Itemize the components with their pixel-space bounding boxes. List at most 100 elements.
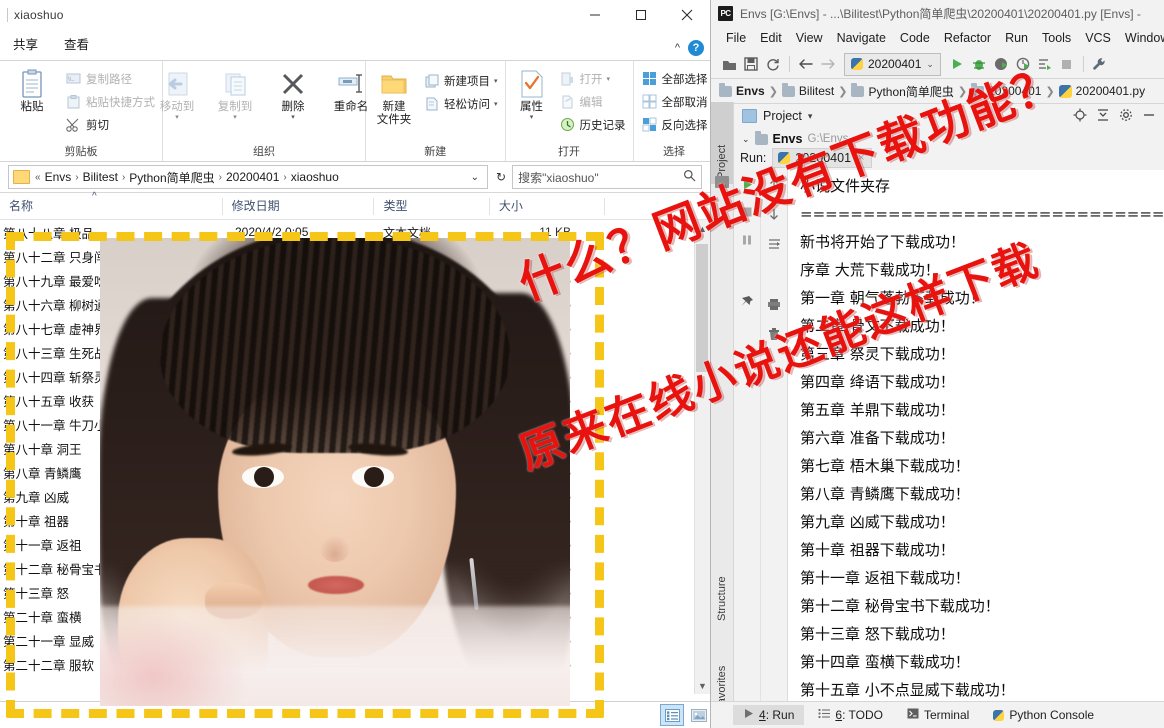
status-tab-run[interactable]: 4: Run [733, 705, 805, 725]
address-bar[interactable]: « Envs › Bilitest › Python简单爬虫 › 2020040… [8, 165, 488, 189]
scrollbar-thumb[interactable] [696, 244, 708, 372]
properties-button[interactable]: 属性 ▾ [510, 64, 554, 122]
soft-wrap-icon[interactable] [766, 236, 782, 252]
breadcrumb-python-crawler[interactable]: Python简单爬虫 [126, 169, 217, 186]
chevron-down-icon[interactable]: ▾ [233, 114, 237, 122]
clear-all-icon[interactable] [766, 326, 782, 342]
forward-arrow-icon[interactable] [818, 54, 838, 74]
stop-icon[interactable] [1057, 54, 1077, 74]
menu-vcs[interactable]: VCS [1078, 31, 1118, 45]
history-button[interactable]: 历史记录 [556, 114, 629, 135]
chevron-down-icon[interactable]: ▾ [494, 100, 498, 108]
menu-window[interactable]: Window [1118, 31, 1164, 45]
run-configuration-selector[interactable]: 20200401 ⌄ [844, 52, 941, 76]
close-icon[interactable] [664, 0, 710, 30]
move-to-button[interactable]: 移动到 ▾ [149, 64, 205, 122]
easy-access-button[interactable]: 轻松访问 ▾ [420, 93, 501, 114]
breadcrumb-bilitest[interactable]: Bilitest [80, 170, 121, 184]
chevron-down-icon[interactable]: ▾ [494, 77, 498, 85]
chevron-down-icon[interactable]: ⌄ [742, 134, 750, 145]
chevron-down-icon[interactable]: ▾ [808, 111, 813, 122]
breadcrumb-20200401[interactable]: 20200401 [223, 170, 282, 184]
column-header-date[interactable]: 修改日期 [221, 197, 374, 215]
pin-icon[interactable] [739, 294, 755, 310]
tool-tab-project[interactable]: Project [711, 102, 733, 184]
menu-view[interactable]: View [789, 31, 830, 45]
new-folder-button[interactable]: 新建 文件夹 [370, 64, 418, 127]
chevron-down-icon[interactable]: ▾ [291, 114, 295, 122]
delete-button[interactable]: 删除 ▾ [265, 64, 321, 122]
stop-icon[interactable] [739, 204, 755, 220]
paste-button[interactable]: 粘贴 [4, 64, 60, 114]
file-list-scrollbar[interactable]: ▲ ▼ [694, 220, 710, 694]
profile-icon[interactable] [1013, 54, 1033, 74]
chevron-down-icon[interactable]: ▾ [607, 75, 611, 83]
column-header-type[interactable]: 类型 [373, 197, 488, 215]
run-tab-20200401[interactable]: 20200401 × [772, 148, 873, 168]
scroll-down-icon[interactable] [766, 206, 782, 222]
settings-gear-icon[interactable] [1119, 108, 1133, 125]
scroll-down-icon[interactable]: ▼ [695, 677, 710, 694]
print-icon[interactable] [766, 296, 782, 312]
pc-breadcrumb-20200401[interactable]: 20200401 [971, 82, 1041, 98]
select-none-button[interactable]: 全部取消 [638, 91, 710, 112]
open-folder-icon[interactable] [719, 54, 739, 74]
tool-tab-structure[interactable]: Structure [711, 532, 733, 626]
open-button[interactable]: 打开 ▾ [556, 68, 629, 89]
breadcrumb-envs[interactable]: Envs [42, 170, 75, 184]
copy-to-button[interactable]: 复制到 ▾ [207, 64, 263, 122]
menu-refactor[interactable]: Refactor [937, 31, 998, 45]
pause-icon[interactable] [739, 232, 755, 248]
sync-icon[interactable] [763, 54, 783, 74]
column-header-name[interactable]: 名称 [0, 198, 222, 215]
back-arrow-icon[interactable] [796, 54, 816, 74]
run-icon[interactable] [739, 176, 755, 192]
status-tab-python-console[interactable]: Python Console [983, 705, 1104, 725]
chevron-down-icon[interactable]: ▾ [530, 114, 534, 122]
collapse-all-icon[interactable] [1096, 108, 1110, 125]
help-icon[interactable]: ? [688, 40, 704, 56]
menu-code[interactable]: Code [893, 31, 937, 45]
save-icon[interactable] [741, 54, 761, 74]
column-header-size[interactable]: 大小 [488, 197, 604, 215]
search-icon[interactable] [683, 169, 696, 185]
large-icons-view-icon[interactable] [688, 705, 710, 725]
run-coverage-icon[interactable] [991, 54, 1011, 74]
menu-file[interactable]: File [719, 31, 753, 45]
menu-run[interactable]: Run [998, 31, 1035, 45]
scroll-up-icon[interactable]: ▲ [695, 220, 710, 237]
run-icon[interactable] [947, 54, 967, 74]
chevron-up-icon[interactable]: ^ [675, 42, 680, 54]
debug-icon[interactable] [969, 54, 989, 74]
details-view-icon[interactable] [660, 704, 684, 726]
wrench-icon[interactable] [1090, 54, 1110, 74]
status-tab-terminal[interactable]: Terminal [897, 705, 979, 725]
chevron-down-icon[interactable]: ⌄ [926, 59, 934, 70]
menu-tools[interactable]: Tools [1035, 31, 1078, 45]
run-console-output[interactable]: 小说文件夹存 ============================== 新书将开… [788, 170, 1164, 702]
chevron-down-icon[interactable]: ⌄ [467, 172, 483, 183]
close-icon[interactable]: × [858, 152, 864, 164]
pc-breadcrumb-crawler[interactable]: Python简单爬虫 [851, 82, 954, 100]
tab-view[interactable]: 查看 [51, 34, 102, 60]
pc-breadcrumb-bilitest[interactable]: Bilitest [781, 82, 834, 98]
menu-navigate[interactable]: Navigate [830, 31, 893, 45]
search-input[interactable]: 搜索"xiaoshuo" [512, 165, 702, 189]
cut-button[interactable]: 剪切 [62, 114, 158, 135]
tab-share[interactable]: 共享 [0, 34, 51, 60]
locate-icon[interactable] [1073, 108, 1087, 125]
chevron-down-icon[interactable]: ▾ [175, 114, 179, 122]
pc-breadcrumb-file[interactable]: 20200401.py [1058, 84, 1145, 98]
breadcrumb-xiaoshuo[interactable]: xiaoshuo [288, 170, 342, 184]
hide-icon[interactable] [1142, 108, 1156, 125]
run-with-console-icon[interactable] [1035, 54, 1055, 74]
paste-shortcut-button[interactable]: 粘贴快捷方式 [62, 91, 158, 112]
scroll-up-icon[interactable] [766, 176, 782, 192]
column-header-extra[interactable] [604, 197, 710, 215]
copy-path-button[interactable]: \\.. 复制路径 [62, 68, 158, 89]
minimize-icon[interactable] [572, 0, 618, 30]
new-item-button[interactable]: 新建项目 ▾ [420, 70, 501, 91]
invert-selection-button[interactable]: 反向选择 [638, 114, 710, 135]
edit-button[interactable]: 编辑 [556, 91, 629, 112]
pc-breadcrumb-envs[interactable]: Envs [719, 82, 765, 98]
